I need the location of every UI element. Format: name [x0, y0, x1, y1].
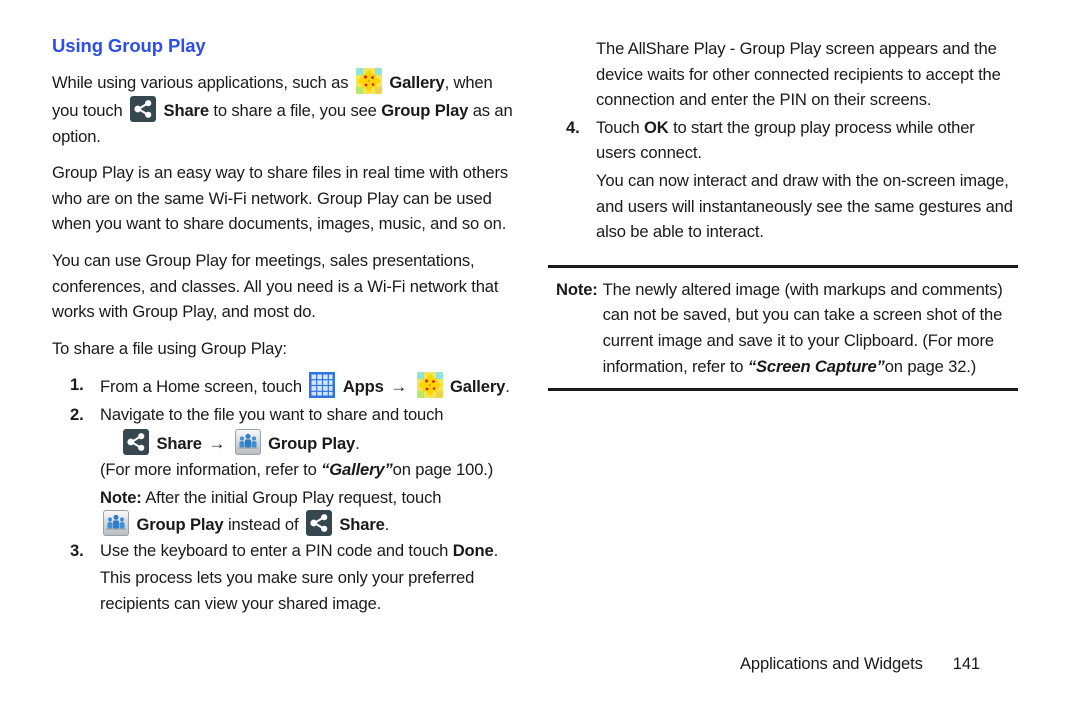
step-2-period: .: [355, 434, 360, 454]
share-icon: [123, 429, 149, 456]
arrow-icon: →: [208, 434, 226, 454]
step-4-sub: You can now interact and draw with the o…: [596, 170, 1013, 242]
step-1: 1. From a Home screen, touch Apps → Gall…: [52, 372, 522, 400]
share-label: Share: [163, 100, 210, 120]
apps-grid-icon: [309, 372, 336, 399]
gallery-label: Gallery: [389, 73, 445, 93]
step-4: 4. Touch OK to start the group play proc…: [548, 115, 1018, 166]
reference-text-b: on page 100.): [392, 460, 494, 480]
step-1-text-b: .: [505, 377, 510, 397]
step-2-share-line: Share → Group Play.: [52, 429, 522, 457]
note-content: Note: The newly altered image (with mark…: [548, 268, 1018, 388]
page-heading: Using Group Play: [52, 35, 206, 56]
ok-label: OK: [644, 117, 669, 137]
note-text-c: .: [384, 515, 390, 535]
note-text-b: on page 32.): [884, 356, 977, 376]
gallery-icon: [355, 68, 382, 95]
step-2: 2. Navigate to the file you want to shar…: [52, 402, 522, 428]
note-text-b: instead of: [227, 515, 299, 535]
note-block: Note: The newly altered image (with mark…: [548, 264, 1018, 392]
share-label: Share: [339, 515, 385, 535]
footer-section-title: Applications and Widgets: [740, 654, 923, 673]
share-icon: [130, 95, 157, 122]
step-2-number: 2.: [70, 404, 84, 424]
share-label: Share: [156, 434, 202, 454]
footer-page-number: 141: [952, 654, 980, 673]
done-label: Done: [452, 540, 494, 560]
note-reference-title: “Screen Capture”: [747, 356, 885, 376]
gallery-label: Gallery: [450, 377, 506, 397]
page-footer: Applications and Widgets 141: [548, 654, 1018, 674]
step-2-text-a: Navigate to the file you want to share a…: [100, 404, 444, 424]
gallery-icon: [416, 372, 443, 399]
apps-label: Apps: [342, 377, 384, 397]
right-column: The AllShare Play - Group Play screen ap…: [548, 36, 1018, 392]
note-bottom-rule: [548, 388, 1018, 392]
step-3-text-a: Use the keyboard to enter a PIN code and…: [100, 540, 449, 560]
step-1-text-a: From a Home screen, touch: [100, 377, 302, 397]
step-3-text-b: .: [493, 540, 499, 560]
paragraph-4: To share a file using Group Play:: [52, 338, 287, 358]
intro-paragraph: While using various applications, such a…: [52, 68, 522, 149]
paragraph-3: You can use Group Play for meetings, sal…: [52, 250, 499, 322]
step-4-number: 4.: [566, 117, 580, 137]
step-3: 3. Use the keyboard to enter a PIN code …: [52, 538, 522, 564]
step-1-number: 1.: [70, 375, 84, 395]
intro-text-c: to share a file, you see: [213, 100, 377, 120]
step-3-number: 3.: [70, 540, 84, 560]
paragraph-2: Group Play is an easy way to share files…: [52, 163, 509, 234]
note-text: The newly altered image (with markups an…: [603, 277, 1018, 379]
step-2-reference: (For more information, refer to “Gallery…: [52, 457, 522, 483]
right-paragraph-1: The AllShare Play - Group Play screen ap…: [596, 39, 1001, 110]
step-2-note: Note: After the initial Group Play reque…: [52, 485, 522, 511]
step-2-note-line2: Group Play instead of Share.: [52, 510, 522, 538]
group-play-label: Group Play: [381, 100, 469, 120]
left-column: Using Group Play While using various app…: [52, 35, 522, 617]
step-3-sub: This process lets you make sure only you…: [100, 568, 475, 614]
group-play-label: Group Play: [136, 515, 224, 535]
note-label: Note:: [100, 487, 142, 507]
share-icon: [305, 510, 332, 537]
intro-text-a: While using various applications, such a…: [52, 73, 349, 93]
note-label: Note:: [556, 279, 598, 299]
step-4-text-a: Touch: [596, 117, 640, 137]
arrow-icon: →: [390, 377, 408, 397]
group-play-icon: [234, 429, 261, 456]
reference-title: “Gallery”: [321, 460, 393, 480]
reference-text-a: (For more information, refer to: [100, 460, 317, 480]
group-play-icon: [103, 510, 129, 537]
note-text-a: After the initial Group Play request, to…: [145, 487, 442, 507]
group-play-label: Group Play: [268, 434, 356, 454]
document-page: Using Group Play While using various app…: [0, 0, 1080, 720]
